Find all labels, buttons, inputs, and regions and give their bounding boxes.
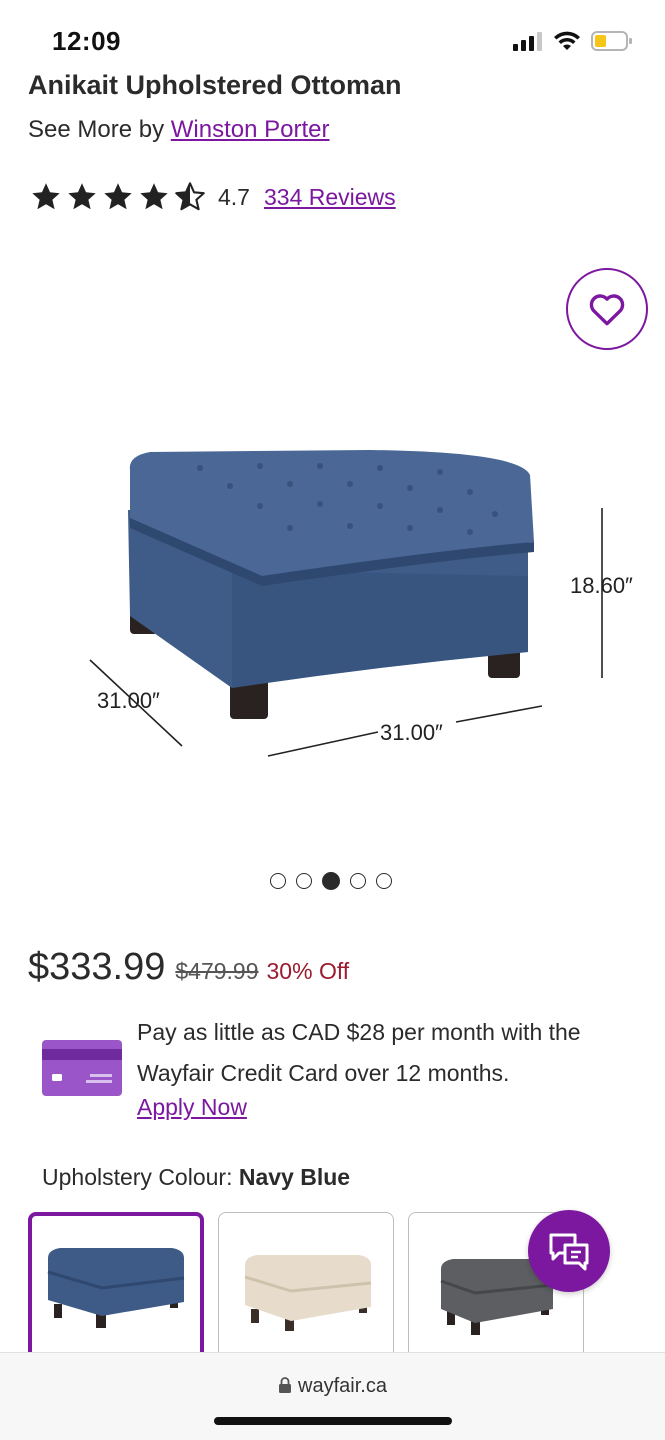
carousel-dot[interactable] [296,873,312,889]
colour-selected-value: Navy Blue [238,1164,351,1190]
product-title: Anikait Upholstered Ottoman [28,70,402,98]
url-text: wayfair.ca [298,1375,387,1397]
heart-icon [589,294,625,326]
ottoman-thumbnail [47,1248,185,1328]
see-more-label: See More by [28,116,165,143]
dimension-width-label: 31.00″ [380,720,443,745]
chat-icon [549,1233,589,1271]
sale-price: $333.99 [28,946,166,988]
carousel-dot-active[interactable] [322,872,340,890]
status-time: 12:09 [52,26,121,56]
colour-swatch-navy-blue[interactable] [28,1212,204,1362]
product-title-container: Anikait Upholstered Ottoman [28,66,648,98]
colour-row: Upholstery Colour: Navy Blue [42,1164,350,1191]
battery-icon [591,31,632,51]
address-bar[interactable]: wayfair.ca [0,1375,665,1398]
wifi-icon [554,31,580,50]
product-image[interactable]: 18.60″ 31.00″ 31.00″ [0,380,665,800]
star-half-icon [175,182,205,211]
star-full-icon [32,183,60,210]
ottoman-thumbnail [244,1255,372,1331]
rating-row: 4.7 334 Reviews [30,182,396,212]
star-full-icon [140,183,168,210]
carousel-dot[interactable] [376,873,392,889]
price-row: $333.99 $479.99 30% Off [28,946,349,989]
favorite-button[interactable] [566,268,648,350]
signal-icon [513,32,542,51]
brand-link[interactable]: Winston Porter [171,116,330,143]
colour-swatch-beige[interactable] [218,1212,394,1362]
credit-promo-text: Pay as little as CAD $28 per month with … [137,1019,581,1086]
discount-badge: 30% Off [266,958,350,984]
chat-button[interactable] [528,1210,610,1292]
dimension-depth-label: 31.00″ [97,688,160,713]
dimension-height-label: 18.60″ [570,573,633,598]
carousel-dot[interactable] [350,873,366,889]
apply-now-link[interactable]: Apply Now [137,1094,247,1121]
see-more-row: See More by Winston Porter [28,116,329,144]
star-rating [30,182,206,212]
ottoman-illustration [89,450,603,757]
carousel-dots [270,872,392,890]
star-full-icon [104,183,132,210]
carousel-dot[interactable] [270,873,286,889]
credit-card-icon [42,1040,122,1101]
home-indicator[interactable] [214,1417,452,1425]
status-icons [513,30,633,52]
original-price: $479.99 [175,958,259,984]
browser-bar: wayfair.ca [0,1352,665,1440]
lock-icon [279,1377,292,1393]
reviews-link[interactable]: 334 Reviews [264,184,396,211]
colour-label: Upholstery Colour: [42,1164,233,1190]
star-full-icon [68,183,96,210]
rating-value: 4.7 [218,183,250,210]
